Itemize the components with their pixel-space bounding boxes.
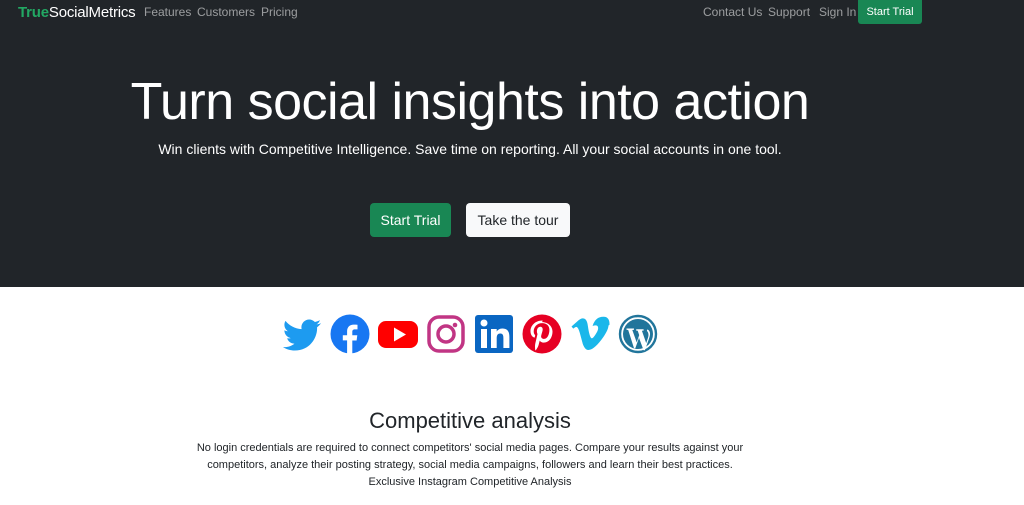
competitive-analysis-text-line2: competitors, analyze their posting strat… (207, 459, 733, 471)
hero-subheadline: Win clients with Competitive Intelligenc… (158, 141, 782, 157)
competitive-analysis-title: Competitive analysis (369, 408, 571, 433)
nav-link-sign-in[interactable]: Sign In (819, 5, 856, 19)
nav-link-pricing[interactable]: Pricing (261, 5, 298, 19)
start-trial-button[interactable]: Start Trial (370, 203, 451, 237)
nav-link-customers[interactable]: Customers (197, 5, 255, 19)
vimeo-icon (571, 316, 610, 350)
twitter-icon (282, 319, 321, 351)
wordpress-icon (618, 314, 658, 354)
hero-headline: Turn social insights into action (130, 73, 810, 131)
instagram-icon (427, 315, 465, 353)
pinterest-icon (522, 314, 562, 354)
youtube-icon (378, 321, 418, 348)
nav-link-support[interactable]: Support (768, 5, 810, 19)
brand-logo-part2[interactable]: SocialMetrics (49, 4, 136, 21)
linkedin-icon (475, 315, 513, 353)
facebook-icon (330, 314, 370, 354)
take-the-tour-button[interactable]: Take the tour (466, 203, 570, 237)
hero-section: TrueSocialMetrics Features Customers Pri… (0, 0, 1024, 287)
nav-link-features[interactable]: Features (144, 5, 191, 19)
brand-logo[interactable]: TrueSocialMetrics (18, 4, 136, 21)
competitive-analysis-text-line1: No login credentials are required to con… (196, 442, 744, 454)
nav-start-trial-button[interactable]: Start Trial (858, 0, 922, 24)
brand-logo-part1[interactable]: True (18, 4, 49, 21)
competitive-analysis-text-line3: Exclusive Instagram Competitive Analysis (368, 476, 572, 488)
nav-link-contact-us[interactable]: Contact Us (703, 5, 762, 19)
